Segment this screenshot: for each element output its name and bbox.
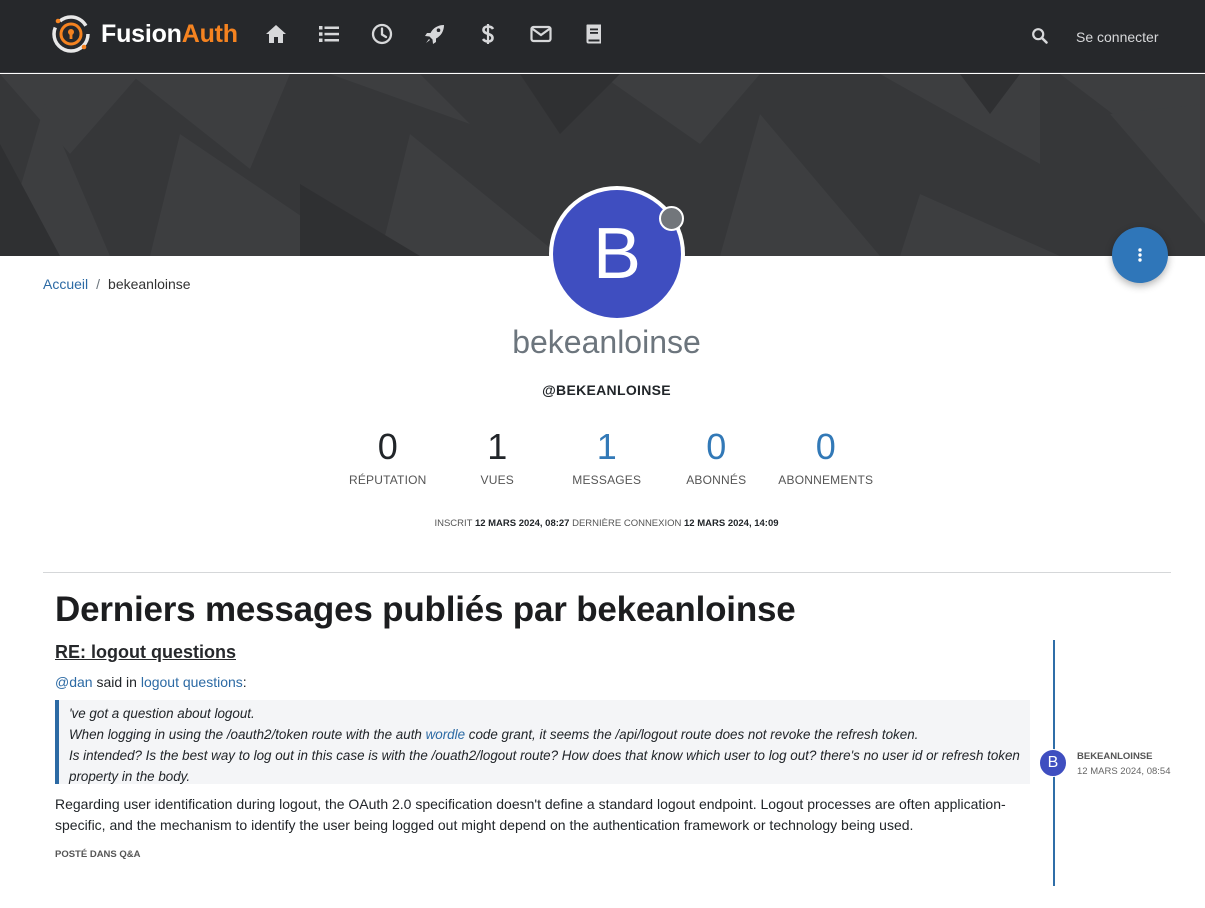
- stat-reputation: 0 Réputation: [333, 425, 443, 487]
- brand-name-part2: Auth: [181, 19, 238, 48]
- stat-following-label: Abonnements: [778, 473, 874, 487]
- fusionauth-logo-icon: [52, 15, 90, 53]
- profile-actions-button[interactable]: [1112, 227, 1168, 283]
- stat-views-label: Vues: [480, 473, 514, 487]
- post-timestamp: 12 mars 2024, 08:54: [1077, 766, 1171, 777]
- section-divider: [43, 572, 1171, 573]
- quote-line: Is intended? Is the best way to log out …: [69, 748, 1020, 784]
- stat-messages-label: Messages: [572, 473, 642, 487]
- breadcrumb-current: bekeanloinse: [108, 276, 191, 292]
- stat-reputation-label: Réputation: [348, 473, 427, 487]
- stat-followers[interactable]: 0 Abonnés: [662, 425, 772, 487]
- dollar-icon[interactable]: [474, 22, 527, 50]
- clock-icon[interactable]: [368, 22, 421, 50]
- quote-line: 've got a question about logout.: [69, 706, 255, 721]
- profile-stats: 0 Réputation 1 Vues 1 Messages 0 Abonnés…: [333, 425, 881, 487]
- quote-line: When logging in using the /oauth2/token …: [69, 724, 1030, 745]
- post-author-name[interactable]: bekeanloinse: [1077, 751, 1152, 762]
- stat-followers-value[interactable]: 0: [662, 425, 772, 469]
- said-in-colon: :: [242, 674, 247, 690]
- stat-reputation-value: 0: [377, 426, 398, 467]
- stat-following-value[interactable]: 0: [771, 425, 881, 469]
- profile-handle: @BEKEANLOINSE: [542, 382, 671, 398]
- stat-following[interactable]: 0 Abonnements: [771, 425, 881, 487]
- envelope-icon[interactable]: [527, 22, 580, 50]
- said-in-text: said in: [96, 674, 137, 690]
- home-icon[interactable]: [262, 22, 315, 50]
- topic-link[interactable]: logout questions: [141, 674, 243, 690]
- post-body: Regarding user identification during log…: [55, 796, 1006, 833]
- mention-link[interactable]: @dan: [55, 674, 93, 690]
- recent-posts-title: Derniers messages publiés par bekeanloin…: [55, 590, 796, 629]
- stat-messages[interactable]: 1 Messages: [552, 425, 662, 487]
- breadcrumb-home-link[interactable]: Accueil: [43, 276, 88, 292]
- stat-followers-label: Abonnés: [686, 473, 747, 487]
- login-link[interactable]: Se connecter: [1076, 29, 1159, 45]
- post-said-in-line: @dan said in logout questions:: [55, 674, 247, 690]
- post-blockquote: 've got a question about logout. When lo…: [55, 700, 1030, 784]
- breadcrumb-separator: /: [96, 276, 101, 292]
- stat-views: 1 Vues: [443, 425, 553, 487]
- book-icon[interactable]: [580, 22, 633, 50]
- profile-avatar-frame: B: [549, 186, 685, 322]
- brand-name: FusionAuth: [101, 20, 238, 49]
- lastonline-date: 12 mars 2024, 14:09: [684, 518, 779, 529]
- main-nav: [262, 22, 633, 50]
- quote-inline-link[interactable]: wordle: [426, 727, 465, 742]
- stat-views-value: 1: [487, 426, 508, 467]
- post-author-avatar[interactable]: B: [1039, 749, 1067, 777]
- profile-dates: Inscrit 12 mars 2024, 08:27 Dernière con…: [0, 518, 1205, 529]
- search-icon[interactable]: [1031, 27, 1049, 45]
- more-vertical-icon: [1138, 248, 1142, 262]
- list-icon[interactable]: [315, 22, 368, 50]
- profile-fullname: bekeanloinse: [512, 324, 701, 360]
- breadcrumb: Accueil / bekeanloinse: [43, 276, 191, 292]
- stat-messages-value[interactable]: 1: [552, 425, 662, 469]
- offline-status-dot: [659, 206, 684, 231]
- joined-date: 12 mars 2024, 08:27: [474, 518, 570, 529]
- brand-name-part1: Fusion: [101, 19, 182, 48]
- rocket-icon[interactable]: [421, 22, 474, 50]
- fusionauth-logo[interactable]: FusionAuth: [49, 12, 238, 56]
- quote-line-part: When logging in using the /oauth2/token …: [69, 727, 426, 742]
- post-title-link[interactable]: RE: logout questions: [55, 642, 236, 663]
- posted-in-category-link[interactable]: Posté dans Q&A: [55, 849, 141, 860]
- top-navbar: FusionAuth Se connecter: [0, 0, 1205, 73]
- quote-line-part: code grant, it seems the /api/logout rou…: [465, 727, 919, 742]
- lastonline-label: Dernière connexion: [572, 518, 682, 529]
- joined-label: Inscrit: [434, 518, 473, 529]
